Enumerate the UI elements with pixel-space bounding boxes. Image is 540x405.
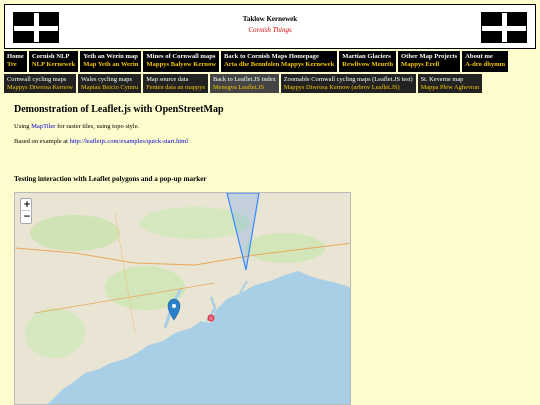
zoom-out-button[interactable]: − — [21, 211, 33, 223]
primary-nav: Home Tre Cornish NLP NLP Kernewek Yeth an … — [4, 51, 509, 72]
cornish-flag-right-icon — [481, 12, 527, 43]
nav-cornish-maps-home[interactable]: Back to Cornish Maps Homepage Arta dhe Be… — [221, 51, 338, 72]
zoom-in-button[interactable]: + — [21, 199, 33, 211]
nav-about-me[interactable]: About me A-dro dhymm — [462, 51, 509, 72]
zoom-control: + − — [20, 198, 33, 224]
page-title: Demonstration of Leaflet.js with OpenStr… — [14, 104, 224, 115]
nav-home[interactable]: Home Tre — [4, 51, 27, 72]
leaflet-map[interactable]: + − — [14, 192, 351, 405]
map-tiles[interactable] — [15, 193, 351, 405]
intro-paragraph: Using MapTiler for raster tiles, using t… — [14, 123, 140, 130]
site-subtitle: Cornish Things — [248, 26, 292, 34]
maptiler-link[interactable]: MapTiler — [31, 123, 55, 130]
section-heading: Testing interaction with Leaflet polygon… — [14, 175, 207, 183]
nav-yeth-an-werin[interactable]: Yeth an Werin map Map Yeth an Werin — [80, 51, 142, 72]
nav-st-keverne[interactable]: St. Keverne map Mappa Plew Aghevran — [417, 74, 483, 93]
nav-cornwall-cycling[interactable]: Cornwall cycling maps Mappys Diwrosa Kern… — [4, 74, 77, 93]
nav-mines-maps[interactable]: Mines of Cornwall maps Mappys Balyow Kern… — [143, 51, 220, 72]
nav-other-projects[interactable]: Other Map Projects Mappys Erell — [398, 51, 461, 72]
nav-martian-glaciers[interactable]: Martian Glaciers Rewlivow Meurth — [339, 51, 397, 72]
nav-wales-cycling[interactable]: Wales cycling maps Mapiau Beicio Cymru — [78, 74, 142, 93]
secondary-nav: Cornwall cycling maps Mappys Diwrosa Kern… — [4, 74, 483, 93]
nav-map-source-data[interactable]: Map source data Fenten data an mappys — [143, 74, 208, 93]
map-circle — [207, 314, 215, 322]
nav-cornish-nlp[interactable]: Cornish NLP NLP Kernewek — [28, 51, 79, 72]
quick-start-link[interactable]: http://leafletjs.com/examples/quick-star… — [70, 138, 188, 145]
site-title: Taklow Kernewek — [242, 15, 298, 23]
nav-leaflet-index[interactable]: Back to Leaflet.JS index Menegva Leaflet.… — [209, 74, 279, 93]
site-banner: Taklow Kernewek Cornish Things — [4, 4, 536, 49]
nav-zoomable-cycling[interactable]: Zoomable Cornwall cycling maps (Leaflet.… — [280, 74, 416, 93]
source-paragraph: Based on example at http://leafletjs.com… — [14, 138, 189, 145]
